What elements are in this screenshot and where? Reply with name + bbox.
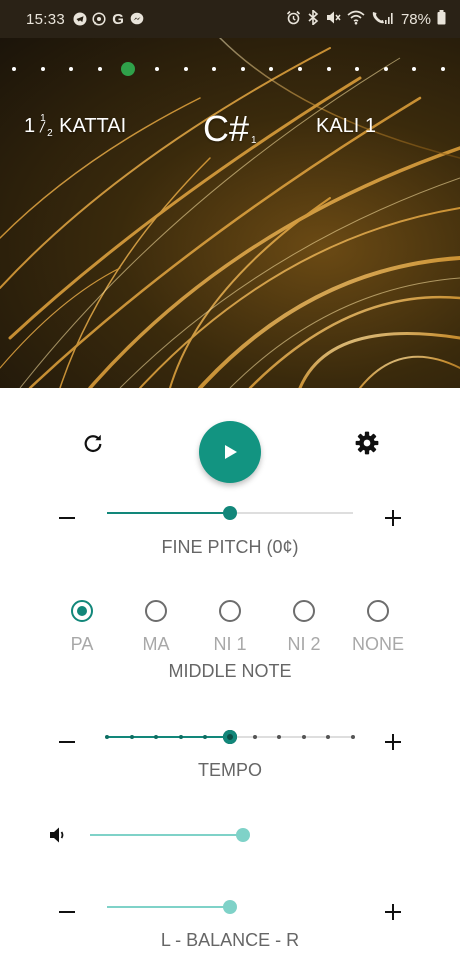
balance-right-button[interactable] — [381, 900, 405, 924]
kali-label[interactable]: KALI 1 — [316, 115, 376, 138]
battery-icon — [437, 9, 446, 29]
tempo-tick[interactable] — [252, 735, 257, 739]
tempo-tick[interactable] — [154, 735, 159, 739]
page-dot[interactable] — [298, 67, 302, 71]
slider-thumb[interactable] — [223, 506, 237, 520]
play-icon — [225, 445, 237, 459]
messenger-icon — [130, 12, 144, 26]
tempo-tick[interactable] — [301, 735, 306, 739]
page-dot[interactable] — [412, 67, 417, 71]
tempo-plus-button[interactable] — [381, 730, 405, 754]
balance-left-button[interactable] — [55, 900, 79, 924]
radio-label-ni-1[interactable]: NI 1 — [190, 634, 270, 655]
mute-icon — [325, 10, 341, 29]
gear-icon — [355, 431, 379, 455]
page-dot[interactable] — [441, 67, 445, 71]
golden-strings-background — [0, 38, 460, 388]
radio-ma[interactable] — [145, 600, 167, 622]
radio-pa[interactable] — [71, 600, 93, 622]
page-dot[interactable] — [155, 67, 159, 71]
slider-fill — [90, 834, 243, 836]
wifi-icon — [347, 10, 365, 29]
radio-label-ni-2[interactable]: NI 2 — [264, 634, 344, 655]
fine-pitch-minus-button[interactable] — [55, 506, 79, 530]
tempo-tick[interactable] — [277, 735, 282, 739]
call-signal-icon — [371, 10, 393, 29]
slider-fill — [107, 736, 230, 738]
play-button[interactable] — [199, 421, 261, 483]
page-dot[interactable] — [40, 67, 45, 71]
battery-percent: 78% — [400, 10, 431, 28]
kattai-label[interactable]: 1 1 2 KATTAI — [24, 113, 127, 141]
page-dot[interactable] — [212, 67, 217, 71]
settings-button[interactable] — [353, 429, 381, 457]
slider-thumb[interactable] — [223, 900, 237, 914]
fine-pitch-plus-button[interactable] — [381, 506, 405, 530]
tempo-tick[interactable] — [129, 735, 134, 739]
balance-slider[interactable] — [107, 897, 353, 917]
tempo-slider[interactable] — [105, 727, 355, 747]
slider-thumb[interactable] — [236, 828, 250, 842]
refresh-button[interactable] — [80, 430, 106, 456]
radio-label-pa[interactable]: PA — [42, 634, 122, 655]
middle-note-label: MIDDLE NOTE — [168, 661, 292, 681]
kattai-denominator: 2 — [47, 128, 53, 139]
whatsapp-icon — [92, 12, 106, 26]
fine-pitch-label: FINE PITCH (0¢) — [161, 537, 299, 557]
page-dot[interactable] — [240, 67, 245, 71]
telegram-icon — [73, 12, 87, 26]
note-name: C# — [203, 108, 250, 149]
tempo-tick[interactable] — [326, 735, 331, 739]
slider-thumb[interactable] — [223, 730, 237, 744]
page-dot[interactable] — [383, 67, 388, 71]
page-dot-active[interactable] — [121, 62, 136, 76]
fine-pitch-slider[interactable] — [107, 503, 353, 523]
google-icon: G — [112, 10, 124, 28]
page-dot[interactable] — [326, 67, 331, 71]
page-dot[interactable] — [97, 67, 102, 71]
balance-label: L - BALANCE - R — [160, 930, 300, 950]
tempo-label: TEMPO — [197, 760, 262, 780]
slider-fill — [107, 906, 230, 908]
radio-ni-2[interactable] — [293, 600, 315, 622]
tempo-tick[interactable] — [105, 735, 109, 739]
status-bar: 15:33 G 78% — [0, 0, 460, 38]
page-dot[interactable] — [12, 67, 16, 71]
pitch-note[interactable]: C# 1 — [203, 108, 257, 150]
kattai-fraction: 1 2 — [37, 113, 57, 141]
radio-ni-1[interactable] — [219, 600, 241, 622]
page-dot[interactable] — [69, 67, 74, 71]
page-indicator[interactable] — [0, 62, 460, 76]
refresh-icon — [84, 434, 102, 453]
radio-label-none[interactable]: NONE — [338, 634, 418, 655]
page-dot[interactable] — [355, 67, 360, 71]
tempo-tick[interactable] — [351, 735, 355, 739]
page-dot[interactable] — [183, 67, 188, 71]
kattai-text: KATTAI — [59, 115, 127, 137]
note-octave: 1 — [251, 135, 257, 146]
volume-button[interactable] — [47, 824, 69, 846]
tempo-minus-button[interactable] — [55, 730, 79, 754]
status-right: 78% — [286, 8, 446, 29]
tempo-tick[interactable] — [203, 735, 208, 739]
kattai-whole: 1 — [24, 115, 36, 137]
slider-fill — [107, 512, 230, 514]
tanpura-visual[interactable]: 1 1 2 KATTAI C# 1 KALI 1 — [0, 38, 460, 388]
tempo-tick[interactable] — [178, 735, 183, 739]
radio-label-ma[interactable]: MA — [116, 634, 196, 655]
status-time: 15:33 — [26, 10, 66, 28]
page-dot[interactable] — [269, 67, 274, 71]
bluetooth-icon — [307, 8, 319, 29]
volume-slider[interactable] — [90, 825, 250, 845]
volume-icon — [50, 827, 64, 843]
alarm-icon — [286, 10, 301, 29]
radio-none[interactable] — [367, 600, 389, 622]
